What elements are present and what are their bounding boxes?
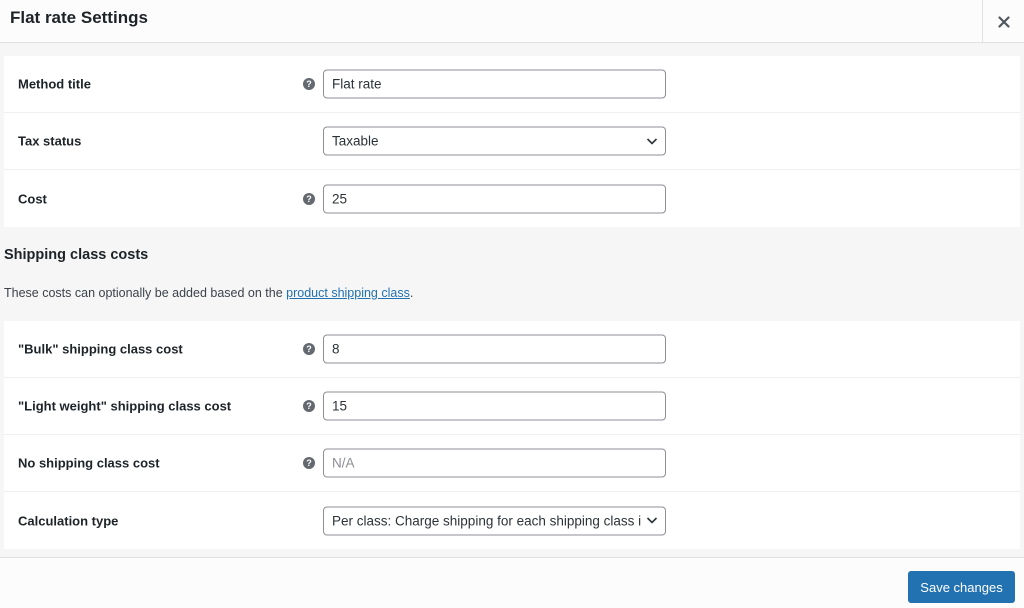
light-weight-cost-input[interactable] <box>323 391 666 421</box>
help-icon[interactable]: ? <box>303 400 315 412</box>
general-settings-table: Method title ? Tax status Taxable Cost ? <box>4 56 1020 227</box>
tax-status-value: Taxable <box>332 133 379 149</box>
method-title-row: Method title ? <box>4 56 1020 113</box>
tax-status-label: Tax status <box>18 133 82 149</box>
bulk-cost-label: "Bulk" shipping class cost <box>18 341 183 357</box>
chevron-down-icon <box>646 517 658 524</box>
bulk-cost-input[interactable] <box>323 334 666 364</box>
help-icon[interactable]: ? <box>303 343 315 355</box>
close-button[interactable] <box>982 0 1024 43</box>
help-icon[interactable]: ? <box>303 457 315 469</box>
no-class-cost-row: No shipping class cost ? <box>4 435 1020 492</box>
description-text: These costs can optionally be added base… <box>4 286 287 300</box>
light-weight-cost-row: "Light weight" shipping class cost ? <box>4 378 1020 435</box>
help-icon[interactable]: ? <box>303 192 315 205</box>
modal-title: Flat rate Settings <box>10 8 148 27</box>
calculation-type-row: Calculation type Per class: Charge shipp… <box>4 492 1020 549</box>
cost-row: Cost ? <box>4 170 1020 227</box>
cost-label: Cost <box>18 191 47 206</box>
chevron-down-icon <box>646 137 658 145</box>
calculation-type-select[interactable]: Per class: Charge shipping for each ship… <box>323 506 666 535</box>
bulk-cost-row: "Bulk" shipping class cost ? <box>4 321 1020 378</box>
description-suffix: . <box>409 286 414 300</box>
tax-status-row: Tax status Taxable <box>4 113 1020 170</box>
cost-input[interactable] <box>323 184 666 213</box>
close-icon <box>997 15 1010 28</box>
calculation-type-label: Calculation type <box>18 513 119 528</box>
method-title-label: Method title <box>18 76 91 92</box>
calculation-type-value: Per class: Charge shipping for each ship… <box>332 513 641 528</box>
no-class-cost-input[interactable] <box>323 448 666 478</box>
modal-footer: Save changes <box>0 557 1024 608</box>
help-icon[interactable]: ? <box>303 78 315 90</box>
method-title-input[interactable] <box>323 69 666 99</box>
product-shipping-class-link[interactable]: product shipping class <box>286 286 410 300</box>
section-description: These costs can optionally be added base… <box>4 286 413 300</box>
tax-status-select[interactable]: Taxable <box>323 126 666 156</box>
light-weight-cost-label: "Light weight" shipping class cost <box>18 398 232 414</box>
modal-content: Method title ? Tax status Taxable Cost ?… <box>0 44 1024 557</box>
save-changes-button[interactable]: Save changes <box>908 571 1015 603</box>
shipping-class-costs-table: "Bulk" shipping class cost ? "Light weig… <box>4 321 1020 549</box>
modal-header: Flat rate Settings <box>0 0 1024 43</box>
no-class-cost-label: No shipping class cost <box>18 455 160 471</box>
section-heading: Shipping class costs <box>4 247 149 263</box>
